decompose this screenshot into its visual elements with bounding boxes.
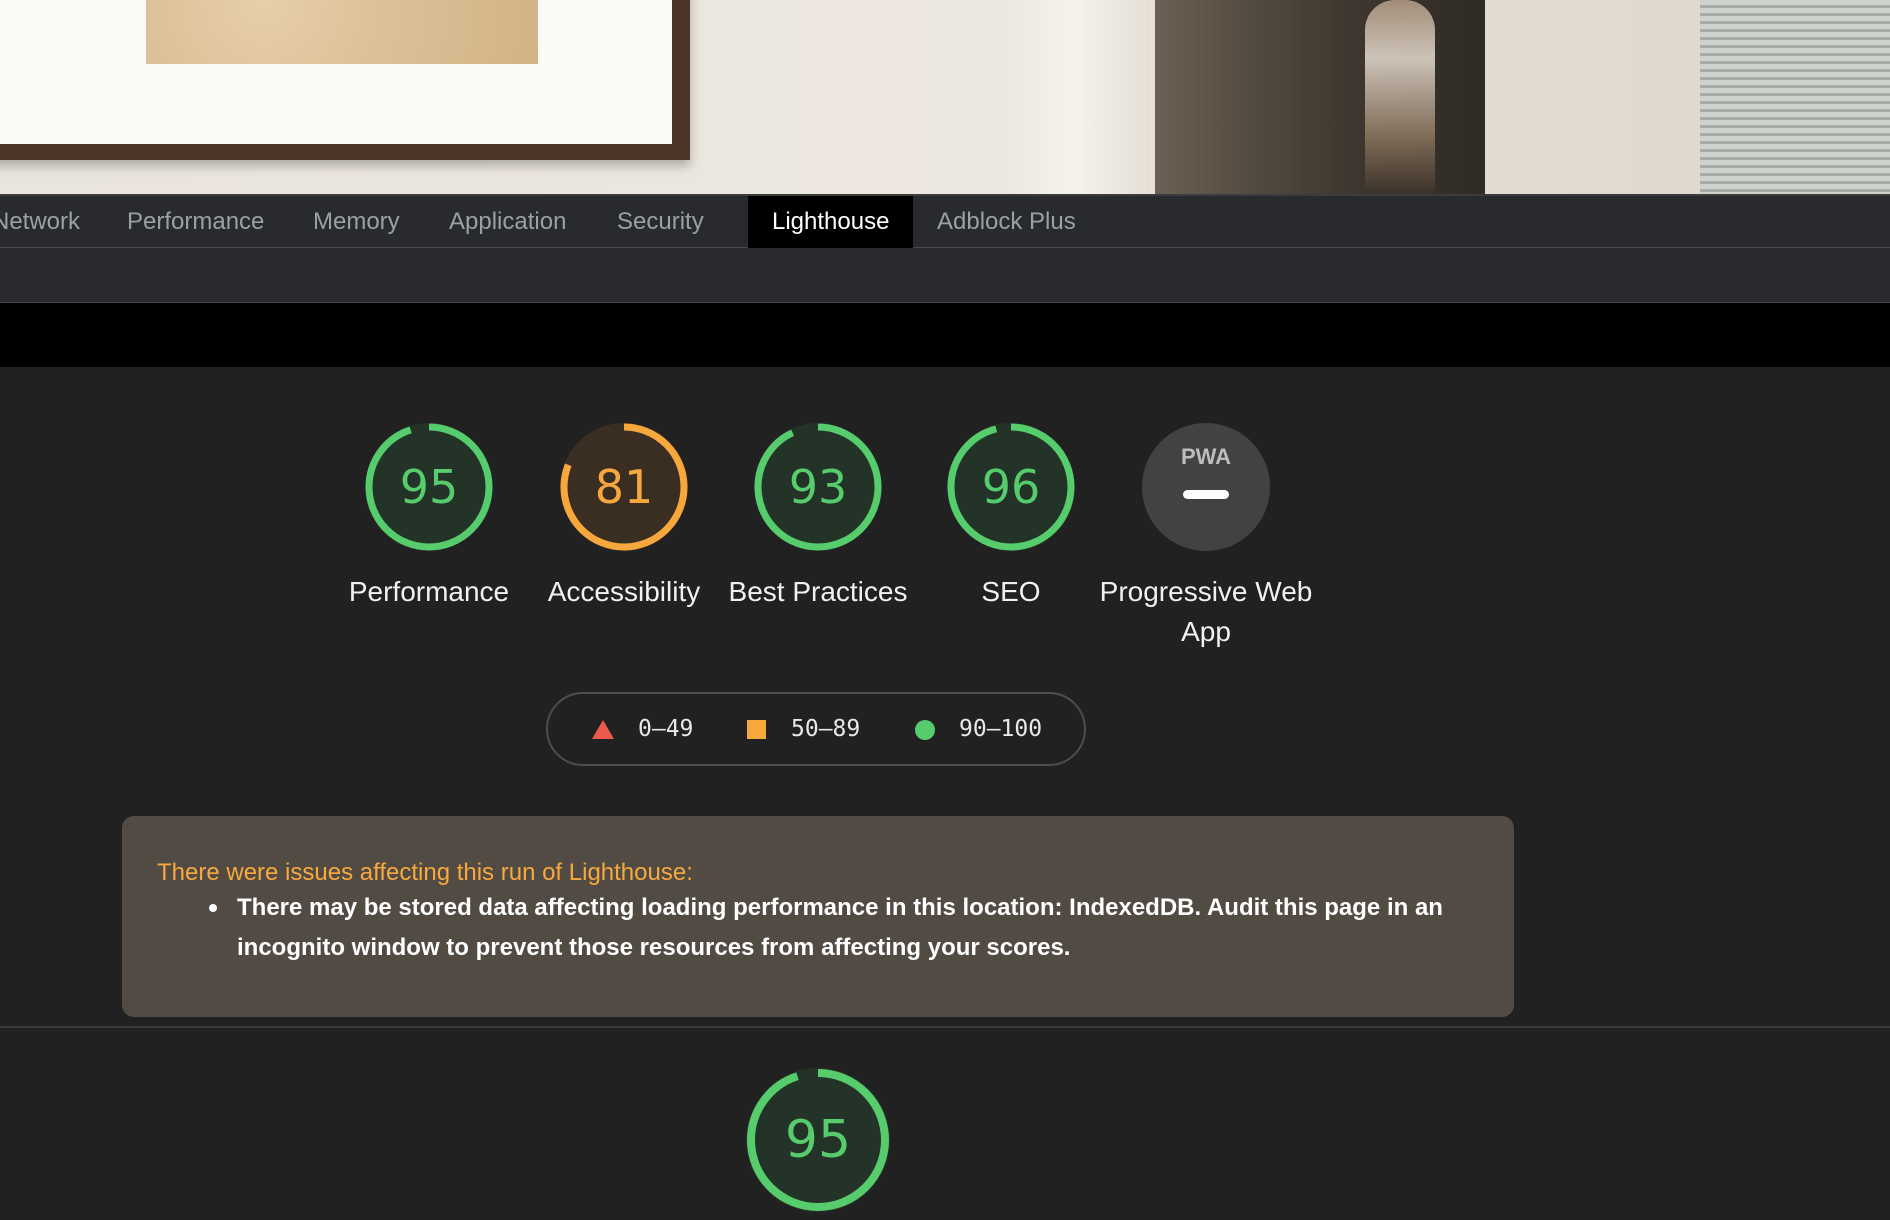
tab-lighthouse[interactable]: Lighthouse	[748, 196, 914, 248]
legend-range-pass: 90–100	[959, 716, 1043, 742]
window-blinds	[1700, 0, 1890, 194]
picture-frame	[0, 0, 690, 160]
section-divider	[0, 1026, 1890, 1028]
score-legend: 0–49 50–89 90–100	[546, 692, 1086, 766]
pwa-logo-icon: PWA	[1181, 444, 1231, 469]
warning-item: There may be stored data affecting loadi…	[237, 894, 1443, 961]
tab-security[interactable]: Security	[617, 196, 704, 248]
background-photo	[0, 0, 1890, 194]
gauge-score: 96	[981, 460, 1041, 514]
gauge-pwa[interactable]: PWA	[1141, 422, 1271, 552]
lighthouse-toolbar	[0, 248, 1890, 303]
pass-circle-icon	[915, 720, 935, 740]
tab-adblock-plus[interactable]: Adblock Plus	[937, 196, 1076, 248]
gauge-accessibility[interactable]: 81	[559, 422, 689, 552]
gauge-score: 93	[788, 460, 848, 514]
tab-application[interactable]: Application	[449, 196, 566, 248]
gauge-seo[interactable]: 96	[946, 422, 1076, 552]
gauge-label-seo: SEO	[981, 576, 1041, 607]
tab-memory[interactable]: Memory	[313, 196, 400, 248]
bullet-icon	[209, 904, 217, 912]
gauge-score: 81	[594, 460, 654, 514]
tab-network[interactable]: Network	[0, 196, 80, 248]
report-topbar	[0, 303, 1890, 367]
wall-poster	[1155, 0, 1485, 194]
gauge-score: 95	[399, 460, 459, 514]
gauge-label-pwa: Progressive Web App	[1099, 576, 1313, 647]
pwa-dash-icon	[1183, 490, 1229, 499]
run-warnings-box: There were issues affecting this run of …	[122, 816, 1514, 1017]
devtools-tab-bar: Network Performance Memory Application S…	[0, 194, 1890, 248]
warning-title: There were issues affecting this run of …	[157, 859, 693, 886]
gauge-label-accessibility: Accessibility	[547, 576, 701, 607]
gauge-label-best-practices: Best Practices	[728, 576, 908, 607]
gauge-performance-detail[interactable]: 95	[745, 1067, 891, 1213]
gauge-score: 95	[784, 1110, 852, 1170]
gauge-performance[interactable]: 95	[364, 422, 494, 552]
tab-performance[interactable]: Performance	[127, 196, 264, 248]
average-square-icon	[747, 720, 766, 739]
legend-range-fail: 0–49	[638, 716, 694, 742]
fail-triangle-icon	[592, 720, 614, 739]
gauge-label-performance: Performance	[348, 576, 510, 607]
legend-range-average: 50–89	[791, 716, 861, 742]
gauge-best-practices[interactable]: 93	[753, 422, 883, 552]
